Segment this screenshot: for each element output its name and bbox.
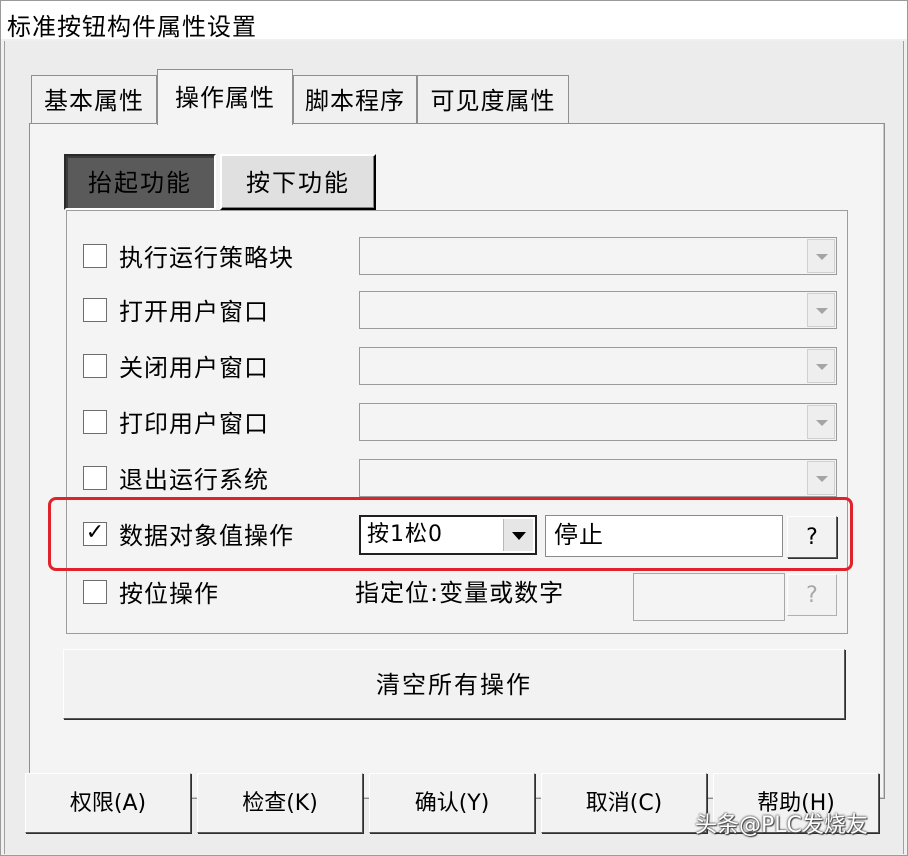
- action-label: 数据对象值操作: [119, 522, 294, 550]
- tab-label: 操作属性: [175, 84, 275, 112]
- tab-label: 可见度属性: [430, 87, 556, 115]
- dropdown-button[interactable]: [807, 349, 835, 383]
- open-window-select[interactable]: [359, 291, 837, 329]
- action-row-run-strategy: 执行运行策略块: [67, 237, 847, 277]
- subtab-release-function[interactable]: 抬起功能: [64, 154, 216, 210]
- action-row-open-window: 打开用户窗口: [67, 291, 847, 331]
- close-window-checkbox[interactable]: [83, 354, 107, 378]
- chevron-down-icon: [816, 476, 828, 482]
- tab-script[interactable]: 脚本程序: [293, 75, 417, 125]
- check-button[interactable]: 检查(K): [197, 773, 363, 833]
- permission-button[interactable]: 权限(A): [25, 773, 191, 833]
- subtab-press-function[interactable]: 按下功能: [220, 154, 376, 210]
- window-title: 标准按钮构件属性设置: [7, 13, 257, 41]
- bit-position-input[interactable]: [633, 573, 785, 621]
- dropdown-button[interactable]: [807, 405, 835, 439]
- tab-visibility-properties[interactable]: 可见度属性: [417, 75, 569, 125]
- chevron-down-icon: [816, 364, 828, 370]
- tab-basic-properties[interactable]: 基本属性: [31, 75, 157, 125]
- action-group: 执行运行策略块 打开用户窗口 关闭用户窗口 打印用户窗口 退出运行系统 ✓ 数据…: [66, 210, 848, 634]
- chevron-down-icon: [816, 254, 828, 260]
- action-row-bit-op: 按位操作 指定位:变量或数字 ?: [67, 573, 847, 621]
- action-label: 打印用户窗口: [119, 410, 269, 438]
- clear-all-actions-button[interactable]: 清空所有操作: [63, 649, 845, 719]
- bit-position-hint: 指定位:变量或数字: [355, 579, 565, 607]
- chevron-down-icon: [816, 420, 828, 426]
- subtab-label: 抬起功能: [88, 169, 192, 197]
- action-row-print-window: 打印用户窗口: [67, 403, 847, 443]
- action-label: 打开用户窗口: [119, 298, 269, 326]
- data-object-mode-select[interactable]: 按1松0: [359, 515, 537, 555]
- bit-op-browse-button[interactable]: ?: [787, 574, 837, 616]
- open-window-checkbox[interactable]: [83, 298, 107, 322]
- data-object-checkbox[interactable]: ✓: [83, 522, 107, 546]
- tab-label: 基本属性: [44, 87, 144, 115]
- tab-label: 脚本程序: [305, 87, 405, 115]
- bit-op-checkbox[interactable]: [83, 580, 107, 604]
- dropdown-button[interactable]: [807, 461, 835, 495]
- tab-operation-properties[interactable]: 操作属性: [157, 69, 293, 125]
- dropdown-button[interactable]: [807, 293, 835, 327]
- dialog-window: 标准按钮构件属性设置 基本属性 操作属性 脚本程序 可见度属性 抬起功能 按下功…: [0, 0, 908, 856]
- print-window-checkbox[interactable]: [83, 410, 107, 434]
- run-strategy-select[interactable]: [359, 237, 837, 275]
- dialog-client-area: 基本属性 操作属性 脚本程序 可见度属性 抬起功能 按下功能 执行运行策略块 打…: [4, 41, 904, 854]
- action-label: 按位操作: [119, 580, 219, 608]
- action-row-exit-system: 退出运行系统: [67, 459, 847, 499]
- exit-system-checkbox[interactable]: [83, 466, 107, 490]
- exit-system-select[interactable]: [359, 459, 837, 497]
- action-label: 退出运行系统: [119, 466, 269, 494]
- data-object-browse-button[interactable]: ?: [787, 516, 837, 558]
- dropdown-button[interactable]: [807, 239, 835, 273]
- caret-down-icon: [512, 532, 526, 540]
- action-row-close-window: 关闭用户窗口: [67, 347, 847, 387]
- action-label: 执行运行策略块: [119, 244, 294, 272]
- run-strategy-checkbox[interactable]: [83, 244, 107, 268]
- subtab-label: 按下功能: [246, 169, 350, 197]
- watermark-text: 头条@PLC发烧友: [695, 813, 868, 838]
- close-window-select[interactable]: [359, 347, 837, 385]
- action-row-data-object: ✓ 数据对象值操作 按1松0 停止 ?: [67, 515, 847, 558]
- confirm-button[interactable]: 确认(Y): [369, 773, 535, 833]
- dropdown-button[interactable]: [503, 519, 533, 551]
- chevron-down-icon: [816, 308, 828, 314]
- data-object-variable-input[interactable]: 停止: [545, 515, 783, 557]
- title-bar[interactable]: 标准按钮构件属性设置: [1, 1, 907, 41]
- action-label: 关闭用户窗口: [119, 354, 269, 382]
- selected-mode: 按1松0: [367, 522, 443, 547]
- print-window-select[interactable]: [359, 403, 837, 441]
- cancel-button[interactable]: 取消(C): [541, 773, 707, 833]
